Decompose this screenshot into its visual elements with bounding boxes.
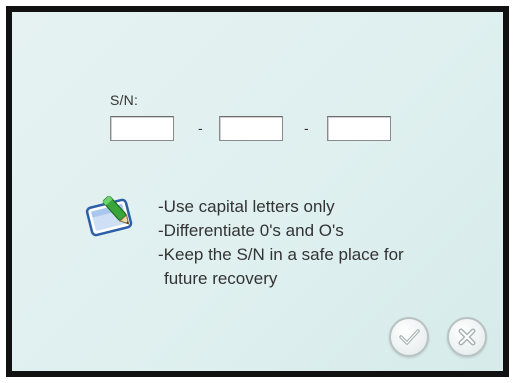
cancel-button[interactable] (447, 317, 487, 357)
serial-field-3[interactable] (327, 116, 391, 141)
serial-number-label: S/N: (110, 92, 139, 108)
instruction-line: -Use capital letters only (158, 197, 335, 216)
close-x-icon (458, 328, 476, 346)
serial-number-dialog: S/N: - - -Use capital letters only -Diff… (6, 6, 509, 377)
notepad-pen-icon (83, 189, 141, 237)
serial-instructions: -Use capital letters only -Differentiate… (158, 195, 498, 291)
ok-button[interactable] (389, 317, 429, 357)
serial-separator-1: - (198, 120, 203, 136)
instruction-line: -Differentiate 0's and O's (158, 221, 344, 240)
instruction-line: -Keep the S/N in a safe place for (158, 245, 404, 264)
serial-field-1[interactable] (110, 116, 174, 141)
serial-separator-2: - (304, 120, 309, 136)
dialog-content: S/N: - - -Use capital letters only -Diff… (12, 12, 503, 371)
instruction-line: future recovery (164, 269, 278, 288)
serial-field-2[interactable] (219, 116, 283, 141)
checkmark-icon (399, 329, 420, 345)
